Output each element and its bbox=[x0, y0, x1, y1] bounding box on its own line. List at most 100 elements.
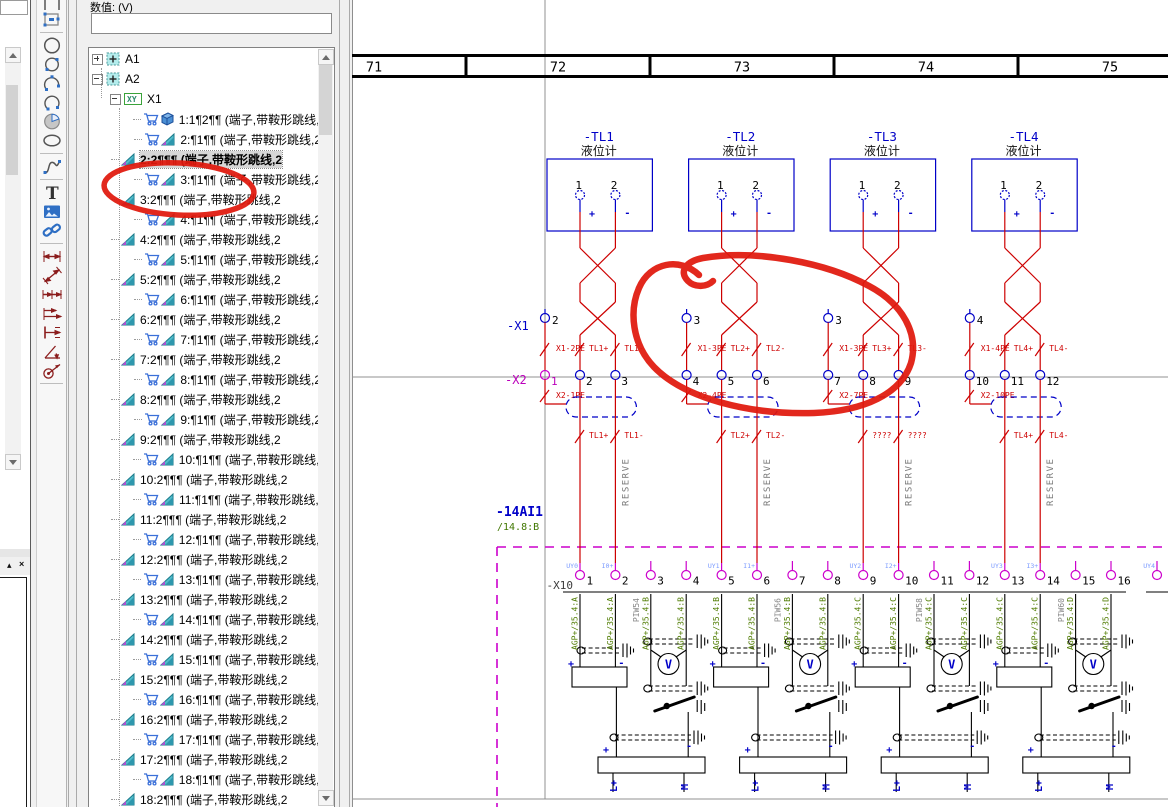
tree-item[interactable]: A1 bbox=[89, 49, 319, 69]
tool-spline-button[interactable] bbox=[40, 157, 64, 176]
tree-expand-toggle[interactable] bbox=[110, 94, 121, 105]
dim-datum-icon bbox=[41, 323, 63, 342]
ellipse-icon bbox=[41, 131, 63, 150]
tool-dim-radius-button[interactable] bbox=[40, 361, 64, 380]
scroll-down-button[interactable] bbox=[318, 790, 334, 806]
tree-item[interactable]: 5:¶1¶¶ (端子,带鞍形跳线,2 bbox=[89, 249, 319, 269]
tree-item[interactable]: 17:¶1¶¶ (端子,带鞍形跳线,2 bbox=[89, 729, 319, 749]
tree-item[interactable]: 15:2¶¶¶ (端子,带鞍形跳线,2 bbox=[89, 669, 319, 689]
flag-icon bbox=[121, 273, 135, 286]
tool-arc-3point-button[interactable] bbox=[40, 74, 64, 93]
circle-icon bbox=[41, 36, 63, 55]
tool-symbol-macro-button[interactable] bbox=[40, 10, 64, 29]
tree-item[interactable]: 2:¶1¶¶ (端子,带鞍形跳线,2 bbox=[89, 129, 319, 149]
tree-item[interactable]: 14:¶1¶¶ (端子,带鞍形跳线,2 bbox=[89, 609, 319, 629]
tree-item[interactable]: 18:2¶¶¶ (端子,带鞍形跳线,2 bbox=[89, 789, 319, 807]
cart-icon bbox=[143, 652, 159, 666]
tool-dim-chain-button[interactable] bbox=[40, 285, 64, 304]
tool-arc-open-button[interactable] bbox=[40, 93, 64, 112]
flag-icon bbox=[160, 573, 174, 586]
tree-item[interactable]: 2:2¶¶¶ (端子,带鞍形跳线,2 bbox=[89, 149, 319, 169]
tree-item[interactable]: 4:2¶¶¶ (端子,带鞍形跳线,2 bbox=[89, 229, 319, 249]
flag-icon bbox=[160, 453, 174, 466]
scroll-thumb[interactable] bbox=[319, 65, 332, 135]
tool-rectangle-button[interactable] bbox=[40, 0, 64, 10]
flag-icon bbox=[161, 213, 175, 226]
tool-ellipse-button[interactable] bbox=[40, 131, 64, 150]
tool-dim-aligned-button[interactable] bbox=[40, 266, 64, 285]
dock-empty-panel bbox=[0, 577, 27, 807]
dock-close-button[interactable]: × bbox=[19, 559, 24, 569]
tree-item[interactable]: 5:2¶¶¶ (端子,带鞍形跳线,2 bbox=[89, 269, 319, 289]
scroll-down-button[interactable] bbox=[5, 454, 21, 470]
tool-hyperlink-button[interactable] bbox=[40, 221, 64, 240]
flag-icon bbox=[160, 773, 174, 786]
tool-dim-angle-button[interactable] bbox=[40, 342, 64, 361]
tree-item[interactable]: 11:2¶¶¶ (端子,带鞍形跳线,2 bbox=[89, 509, 319, 529]
cart-icon bbox=[143, 772, 159, 786]
scroll-up-button[interactable] bbox=[5, 47, 21, 63]
cart-icon bbox=[144, 252, 160, 266]
drawing-toolbar: T bbox=[36, 0, 67, 807]
scroll-up-button[interactable] bbox=[318, 49, 334, 65]
tree-item[interactable]: 12:2¶¶¶ (端子,带鞍形跳线,2 bbox=[89, 549, 319, 569]
tree-item[interactable]: A2 bbox=[89, 69, 319, 89]
spline-icon bbox=[41, 157, 63, 176]
tool-sector-button[interactable] bbox=[40, 112, 64, 131]
tree-item[interactable]: XYX1 bbox=[89, 89, 319, 109]
tool-circle-button[interactable] bbox=[40, 36, 64, 55]
splitter[interactable] bbox=[76, 0, 77, 807]
svg-text:XY: XY bbox=[127, 95, 137, 104]
flag-icon bbox=[121, 393, 135, 406]
flag-icon bbox=[121, 713, 135, 726]
flag-icon bbox=[121, 753, 135, 766]
tree-item[interactable]: 9:2¶¶¶ (端子,带鞍形跳线,2 bbox=[89, 429, 319, 449]
tree-expand-toggle[interactable] bbox=[92, 54, 103, 65]
schematic-canvas[interactable] bbox=[352, 0, 1168, 807]
tree-item[interactable]: 10:¶1¶¶ (端子,带鞍形跳线,2 bbox=[89, 449, 319, 469]
tree-item[interactable]: 15:¶1¶¶ (端子,带鞍形跳线,2 bbox=[89, 649, 319, 669]
tool-dim-datum-button[interactable] bbox=[40, 323, 64, 342]
splitter[interactable] bbox=[339, 0, 340, 807]
left-dock-scrollbar[interactable] bbox=[5, 47, 21, 470]
tree-item[interactable]: 7:2¶¶¶ (端子,带鞍形跳线,2 bbox=[89, 349, 319, 369]
left-dock-field[interactable] bbox=[0, 0, 28, 15]
tree-item[interactable]: 13:¶1¶¶ (端子,带鞍形跳线,2 bbox=[89, 569, 319, 589]
dim-angle-icon bbox=[41, 342, 63, 361]
tree-item[interactable]: 3:2¶¶¶ (端子,带鞍形跳线,2 bbox=[89, 189, 319, 209]
tool-dim-baseline-button[interactable] bbox=[40, 304, 64, 323]
dock-pin-button[interactable]: ▴ bbox=[7, 560, 12, 571]
splitter[interactable] bbox=[68, 0, 69, 807]
cart-icon bbox=[144, 132, 160, 146]
tree-item[interactable]: 9:¶1¶¶ (端子,带鞍形跳线,2 bbox=[89, 409, 319, 429]
tool-dim-linear-button[interactable] bbox=[40, 247, 64, 266]
tree-item[interactable]: 16:¶1¶¶ (端子,带鞍形跳线,2 bbox=[89, 689, 319, 709]
tree-item[interactable]: 10:2¶¶¶ (端子,带鞍形跳线,2 bbox=[89, 469, 319, 489]
flag-icon bbox=[121, 473, 135, 486]
tool-circle-2point-button[interactable] bbox=[40, 55, 64, 74]
tree-item[interactable]: 18:¶1¶¶ (端子,带鞍形跳线,2 bbox=[89, 769, 319, 789]
value-input[interactable] bbox=[91, 13, 332, 34]
tree-scrollbar[interactable] bbox=[318, 49, 333, 806]
tool-image-button[interactable] bbox=[40, 202, 64, 221]
cart-icon bbox=[144, 172, 160, 186]
tool-text-button[interactable]: T bbox=[40, 183, 64, 202]
tree-item[interactable]: 8:¶1¶¶ (端子,带鞍形跳线,2 bbox=[89, 369, 319, 389]
tree-item[interactable]: 6:2¶¶¶ (端子,带鞍形跳线,2 bbox=[89, 309, 319, 329]
tree-item[interactable]: 4:¶1¶¶ (端子,带鞍形跳线,2 bbox=[89, 209, 319, 229]
tree-item[interactable]: 7:¶1¶¶ (端子,带鞍形跳线,2 bbox=[89, 329, 319, 349]
splitter[interactable] bbox=[349, 0, 350, 807]
tree-item[interactable]: 16:2¶¶¶ (端子,带鞍形跳线,2 bbox=[89, 709, 319, 729]
tree-item[interactable]: 1:1¶2¶¶ (端子,带鞍形跳线,2 bbox=[89, 109, 319, 129]
toolbar-separator bbox=[40, 32, 63, 33]
tree-item[interactable]: 8:2¶¶¶ (端子,带鞍形跳线,2 bbox=[89, 389, 319, 409]
tree-item[interactable]: 3:¶1¶¶ (端子,带鞍形跳线,2 bbox=[89, 169, 319, 189]
scroll-thumb[interactable] bbox=[6, 85, 18, 175]
tree-item[interactable]: 11:¶1¶¶ (端子,带鞍形跳线,2 bbox=[89, 489, 319, 509]
tree-item[interactable]: 6:¶1¶¶ (端子,带鞍形跳线,2 bbox=[89, 289, 319, 309]
flag-icon bbox=[121, 353, 135, 366]
tree-item[interactable]: 17:2¶¶¶ (端子,带鞍形跳线,2 bbox=[89, 749, 319, 769]
tree-item[interactable]: 14:2¶¶¶ (端子,带鞍形跳线,2 bbox=[89, 629, 319, 649]
tree-item[interactable]: 13:2¶¶¶ (端子,带鞍形跳线,2 bbox=[89, 589, 319, 609]
tree-item[interactable]: 12:¶1¶¶ (端子,带鞍形跳线,2 bbox=[89, 529, 319, 549]
